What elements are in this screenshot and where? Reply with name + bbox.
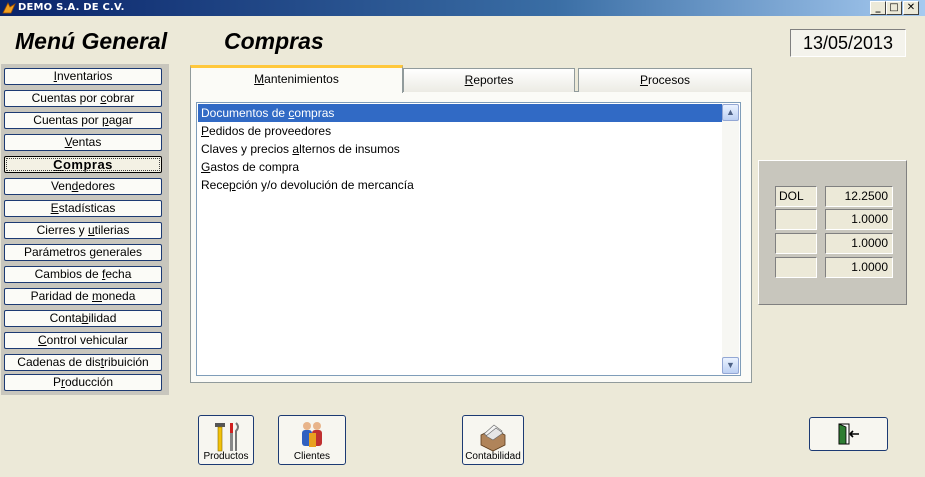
list-item[interactable]: Claves y precios alternos de insumos [198, 140, 723, 158]
main-menu-panel: Inventarios Cuentas por cobrar Cuentas p… [1, 64, 169, 395]
list-scrollbar[interactable]: ▲ ▼ [722, 104, 739, 374]
currency-code [775, 233, 817, 254]
minimize-button[interactable]: _ [870, 1, 886, 15]
list-item[interactable]: Recepción y/o devolución de mercancía [198, 176, 723, 194]
tab-reportes[interactable]: Reportes [403, 68, 575, 92]
menu-cadenas-button[interactable]: Cadenas de distribuición [4, 354, 162, 371]
contabilidad-button[interactable]: Contabilidad [462, 415, 524, 465]
menu-ventas-button[interactable]: Ventas [4, 134, 162, 151]
tab-mantenimientos[interactable]: Mantenimientos [190, 65, 403, 93]
exit-door-icon [838, 423, 859, 445]
options-listbox[interactable]: Documentos de compras Pedidos de proveed… [196, 102, 741, 376]
menu-estadisticas-button[interactable]: Estadísticas [4, 200, 162, 217]
list-item[interactable]: Pedidos de proveedores [198, 122, 723, 140]
app-icon [2, 2, 16, 14]
maximize-button[interactable]: □ [886, 1, 902, 15]
menu-cuentas-cobrar-button[interactable]: Cuentas por cobrar [4, 90, 162, 107]
exit-button[interactable] [809, 417, 888, 451]
scroll-down-icon[interactable]: ▼ [722, 357, 739, 374]
menu-cambios-fecha-button[interactable]: Cambios de fecha [4, 266, 162, 283]
menu-contabilidad-button[interactable]: Contabilidad [4, 310, 162, 327]
tab-procesos[interactable]: Procesos [578, 68, 752, 92]
close-button[interactable]: ✕ [903, 1, 919, 15]
menu-title: Menú General [15, 28, 168, 54]
menu-vendedores-button[interactable]: Vendedores [4, 178, 162, 195]
section-title: Compras [224, 28, 324, 54]
currency-rate: 12.2500 [825, 186, 893, 207]
clientes-button[interactable]: Clientes [278, 415, 346, 465]
currency-code [775, 209, 817, 230]
tools-icon [215, 422, 239, 452]
scroll-up-icon[interactable]: ▲ [722, 104, 739, 121]
list-item[interactable]: Gastos de compra [198, 158, 723, 176]
title-bar: DEMO S.A. DE C.V. _ □ ✕ [0, 0, 925, 16]
currency-rate: 1.0000 [825, 257, 893, 278]
people-icon [302, 422, 322, 447]
menu-parametros-button[interactable]: Parámetros generales [4, 244, 162, 261]
productos-label: Productos [203, 451, 249, 462]
window-title: DEMO S.A. DE C.V. [18, 2, 125, 13]
card-file-icon [480, 424, 506, 452]
currency-rate: 1.0000 [825, 233, 893, 254]
currency-code: DOL [775, 186, 817, 207]
productos-button[interactable]: Productos [198, 415, 254, 465]
currency-panel: DOL 12.2500 1.0000 1.0000 1.0000 [758, 160, 907, 305]
menu-cuentas-pagar-button[interactable]: Cuentas por pagar [4, 112, 162, 129]
list-item[interactable]: Documentos de compras [198, 104, 723, 122]
clientes-label: Clientes [293, 451, 331, 462]
contabilidad-label: Contabilidad [465, 451, 521, 462]
currency-code [775, 257, 817, 278]
menu-inventarios-button[interactable]: Inventarios [4, 68, 162, 85]
menu-paridad-button[interactable]: Paridad de moneda [4, 288, 162, 305]
menu-cierres-button[interactable]: Cierres y utilerias [4, 222, 162, 239]
date-display: 13/05/2013 [790, 29, 906, 57]
menu-control-vehicular-button[interactable]: Control vehicular [4, 332, 162, 349]
currency-rate: 1.0000 [825, 209, 893, 230]
menu-compras-button[interactable]: Compras [4, 156, 162, 173]
menu-produccion-button[interactable]: Producción [4, 374, 162, 391]
